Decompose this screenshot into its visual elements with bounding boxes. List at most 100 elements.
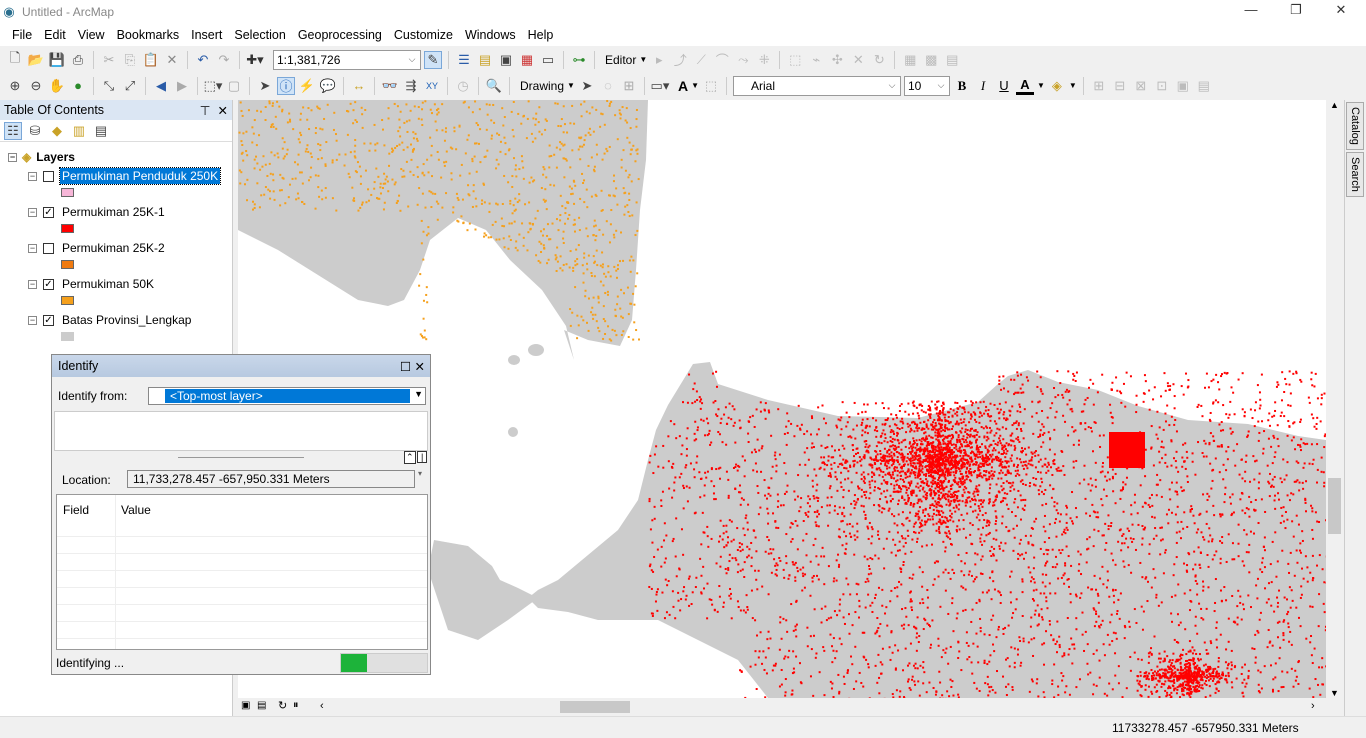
modelbuilder-icon[interactable]: ⊶ [570, 51, 588, 69]
fill-color-icon[interactable]: ◈ [1048, 77, 1066, 95]
layer-name[interactable]: Permukiman 25K-2 [60, 240, 167, 256]
layer-name[interactable]: Permukiman 50K [60, 276, 156, 292]
find-route-icon[interactable]: ⇶ [402, 77, 420, 95]
cut-icon[interactable]: ✂ [100, 51, 118, 69]
map-scale-combo[interactable]: 1:1,381,726 ⌵ [273, 49, 421, 70]
forward-arrow-icon[interactable]: ▶ [173, 77, 191, 95]
chevron-down-icon[interactable]: ⌵ [933, 80, 949, 91]
menu-help[interactable]: Help [522, 28, 560, 42]
layer-visibility-checkbox[interactable]: ✓ [43, 206, 54, 218]
time-slider-icon[interactable]: ◷ [454, 77, 472, 95]
straight-segment-icon[interactable]: ⟋ [692, 51, 710, 69]
layer-visibility-checkbox[interactable] [43, 242, 54, 254]
collapse-icon[interactable]: − [28, 315, 37, 325]
edit-vertices-icon[interactable]: ⬚ [702, 77, 720, 95]
drawing-menu[interactable]: Drawing [520, 79, 564, 93]
menu-windows[interactable]: Windows [459, 28, 522, 42]
rotate-element-icon[interactable]: ◌ [599, 77, 617, 95]
edit-annotation-icon[interactable]: ⤴ [671, 51, 689, 69]
magnifier-window-icon[interactable]: 🔍 [485, 77, 503, 95]
toc-close-icon[interactable]: ✕ [218, 104, 228, 118]
font-color-icon[interactable]: A [1015, 77, 1034, 95]
new-document-icon[interactable]: 🗋 [6, 50, 24, 69]
save-icon[interactable]: 💾 [48, 51, 66, 69]
redo-icon[interactable]: ↷ [215, 51, 233, 69]
python-icon[interactable]: ▭ [539, 51, 557, 69]
copy-icon[interactable]: ⎘ [121, 51, 139, 69]
search-window-icon[interactable]: ▣ [497, 51, 515, 69]
rotate-icon[interactable]: ↻ [870, 51, 888, 69]
menu-customize[interactable]: Customize [388, 28, 459, 42]
editor-menu[interactable]: Editor [605, 53, 636, 67]
find-binoculars-icon[interactable]: 👓 [381, 77, 399, 95]
full-extent-globe-icon[interactable]: ● [69, 77, 87, 95]
collapse-icon[interactable]: − [28, 279, 37, 289]
collapse-icon[interactable]: − [28, 207, 37, 217]
menu-insert[interactable]: Insert [185, 28, 228, 42]
catalog-icon[interactable]: ▤ [476, 51, 494, 69]
list-by-source-icon[interactable]: ⛁ [26, 122, 44, 140]
chevron-down-icon[interactable]: ⌵ [404, 54, 420, 65]
text-tool[interactable]: A [678, 78, 688, 94]
pan-hand-icon[interactable]: ✋ [48, 77, 66, 95]
toc-layer-item[interactable]: − Permukiman Penduduk 250K [28, 167, 222, 185]
menu-edit[interactable]: Edit [38, 28, 72, 42]
minimize-button[interactable]: — [1236, 2, 1266, 22]
arctoolbox-icon[interactable]: ▦ [518, 51, 536, 69]
layer-visibility-checkbox[interactable]: ✓ [43, 314, 54, 326]
georef-icon[interactable]: ⊞ [1090, 77, 1108, 95]
open-icon[interactable]: 📂 [27, 51, 45, 69]
toc-layer-item[interactable]: − Permukiman 25K-2 [28, 240, 167, 256]
bold-button[interactable]: B [953, 77, 971, 95]
maximize-button[interactable]: ❐ [1281, 2, 1311, 22]
clear-selection-icon[interactable]: ▢ [225, 77, 243, 95]
list-by-drawing-order-icon[interactable]: ☷ [4, 121, 22, 140]
reshape-icon[interactable]: ⌁ [807, 51, 825, 69]
zoom-to-elements-icon[interactable]: ⊞ [620, 77, 638, 95]
edit-vertices-icon[interactable]: ⬚ [786, 51, 804, 69]
toc-layer-item[interactable]: − ✓ Permukiman 25K-1 [28, 204, 167, 220]
font-size-combo[interactable]: 10 ⌵ [903, 75, 950, 96]
select-pointer-icon[interactable]: ➤ [578, 77, 596, 95]
chevron-down-icon[interactable]: ⌵ [884, 80, 900, 91]
point-icon[interactable]: ⁜ [755, 51, 773, 69]
cut-polygons-icon[interactable]: ✣ [828, 51, 846, 69]
menu-selection[interactable]: Selection [228, 28, 291, 42]
rectangle-icon[interactable]: ▭▾ [651, 77, 670, 95]
layers-root[interactable]: − ◈ Layers [8, 150, 75, 164]
fixed-zoom-out-icon[interactable]: ⤢ [121, 77, 139, 95]
sketch-properties-icon[interactable]: ▩ [922, 51, 940, 69]
select-features-icon[interactable]: ⬚▾ [204, 77, 223, 95]
close-button[interactable]: ✕ [1326, 2, 1356, 22]
add-data-icon[interactable]: ✚▾ [246, 51, 264, 69]
menu-file[interactable]: File [6, 28, 38, 42]
menu-view[interactable]: View [72, 28, 111, 42]
group-icon[interactable]: ⊡ [1153, 77, 1171, 95]
back-arrow-icon[interactable]: ◀ [152, 77, 170, 95]
go-to-xy-icon[interactable]: XY [423, 77, 441, 95]
layer-name[interactable]: Permukiman 25K-1 [60, 204, 167, 220]
print-icon[interactable]: ⎙ [69, 51, 87, 69]
zoom-out-icon[interactable]: ⊖ [27, 77, 45, 95]
italic-button[interactable]: I [974, 77, 992, 95]
attributes-icon[interactable]: ▦ [901, 51, 919, 69]
order-icon[interactable]: ▤ [1195, 77, 1213, 95]
underline-button[interactable]: U [995, 77, 1013, 95]
select-elements-icon[interactable]: ➤ [256, 77, 274, 95]
table-of-contents-icon[interactable]: ☰ [455, 51, 473, 69]
editor-toolbar-icon[interactable]: ✎ [424, 50, 442, 69]
collapse-icon[interactable]: − [8, 152, 17, 162]
fixed-zoom-in-icon[interactable]: ⤡ [100, 77, 118, 95]
layer-visibility-checkbox[interactable] [43, 170, 54, 182]
layer-name[interactable]: Batas Provinsi_Lengkap [60, 312, 193, 328]
trace-icon[interactable]: ⤳ [734, 51, 752, 69]
options-icon[interactable]: ▤ [92, 122, 110, 140]
distribute-icon[interactable]: ⊠ [1132, 77, 1150, 95]
identify-icon[interactable]: ⓘ [277, 76, 295, 95]
list-by-visibility-icon[interactable]: ◆ [48, 122, 66, 140]
menu-geoprocessing[interactable]: Geoprocessing [292, 28, 388, 42]
collapse-icon[interactable]: − [28, 243, 37, 253]
list-by-selection-icon[interactable]: ▥ [70, 122, 88, 140]
font-combo[interactable]: Arial ⌵ [732, 75, 901, 96]
layer-name[interactable]: Permukiman Penduduk 250K [58, 167, 222, 185]
